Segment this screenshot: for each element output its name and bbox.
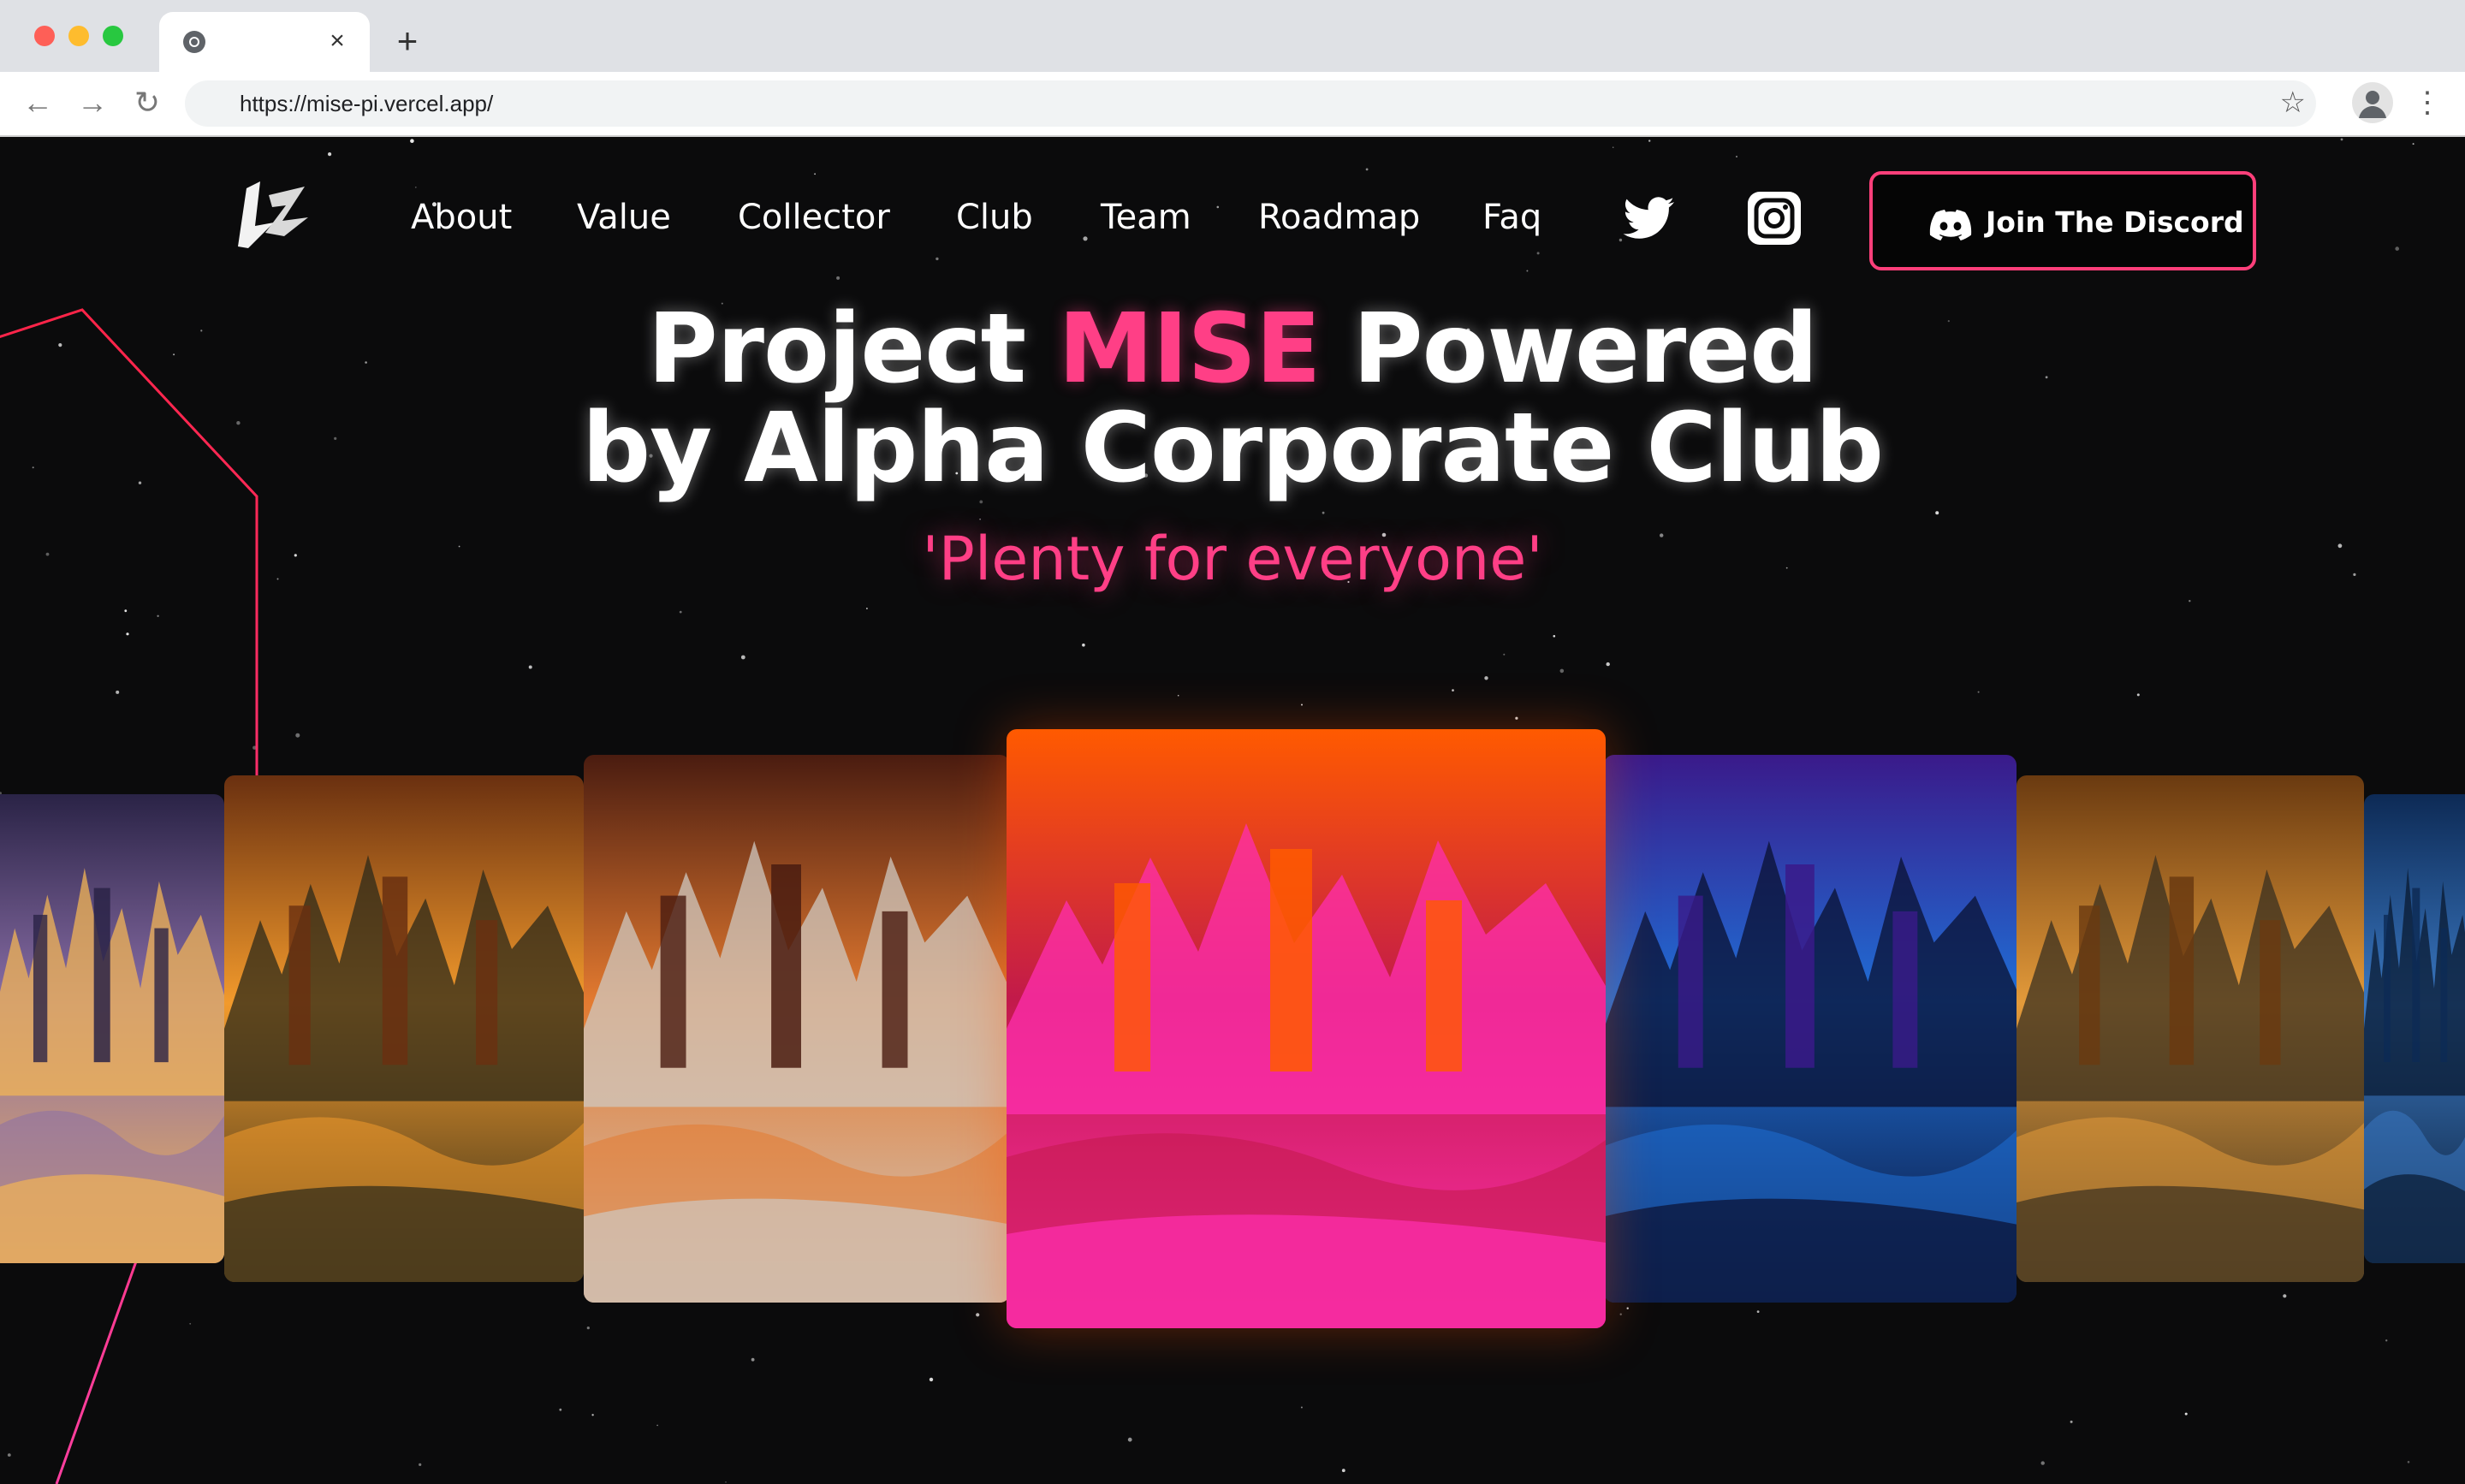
browser-toolbar: ← → ↻ https://mise-pi.vercel.app/ ☆ ⋮ [0, 72, 2465, 137]
browser-tab[interactable]: × [159, 12, 370, 72]
hero-tagline: 'Plenty for everyone' [922, 524, 1543, 594]
gallery-card-2[interactable] [584, 755, 1010, 1303]
nav-link-collector[interactable]: Collector [738, 199, 890, 236]
desert-road-city-artwork [2017, 775, 2364, 1282]
singapore-purple-artwork [1604, 755, 2017, 1303]
nav-link-value[interactable]: Value [577, 199, 671, 236]
browser-tab-bar: × + [0, 0, 2465, 72]
address-bar[interactable]: https://mise-pi.vercel.app/ ☆ [185, 80, 2316, 127]
window-maximize-button[interactable] [103, 26, 123, 46]
sunset-city-tree-artwork [224, 775, 584, 1282]
gallery-card-6[interactable] [2364, 794, 2465, 1263]
gallery-card-4[interactable] [1604, 755, 2017, 1303]
gallery-card-0[interactable] [0, 794, 224, 1263]
gallery-card-3[interactable] [1007, 729, 1606, 1328]
instagram-icon[interactable] [1746, 190, 1803, 246]
webpage: About Value Collector Club Team Roadmap … [0, 137, 2465, 1484]
hero-title-prefix: Project [647, 294, 1059, 405]
profile-avatar-icon[interactable] [2352, 82, 2393, 123]
browser-menu-icon[interactable]: ⋮ [2412, 82, 2443, 123]
join-discord-button[interactable]: Join The Discord [1869, 171, 2256, 270]
mise-logo-icon[interactable] [231, 173, 317, 258]
window-close-button[interactable] [34, 26, 55, 46]
hero-title-accent: MISE [1058, 294, 1321, 405]
nav-link-faq[interactable]: Faq [1482, 199, 1541, 236]
moulin-rouge-lion-artwork [1007, 729, 1606, 1328]
dubai-waterfall-artwork [584, 755, 1010, 1303]
discord-icon [1929, 210, 1972, 240]
reload-icon[interactable]: ↻ [127, 82, 168, 123]
url-text[interactable]: https://mise-pi.vercel.app/ [240, 91, 493, 117]
nav-link-team[interactable]: Team [1101, 199, 1191, 236]
hero-title-line-1: Project MISE Powered [0, 298, 2465, 401]
back-icon[interactable]: ← [17, 82, 58, 123]
bookmark-star-icon[interactable]: ☆ [2280, 86, 2306, 120]
night-city-mountains-artwork [0, 794, 224, 1263]
gallery-card-1[interactable] [224, 775, 584, 1282]
nav-link-club[interactable]: Club [956, 199, 1033, 236]
window-minimize-button[interactable] [68, 26, 89, 46]
gallery-card-5[interactable] [2017, 775, 2364, 1282]
nav-link-roadmap[interactable]: Roadmap [1258, 199, 1420, 236]
hero-title-line-2: by Alpha Corporate Club [581, 393, 1884, 504]
chrome-favicon-icon [183, 31, 205, 53]
new-tab-button[interactable]: + [387, 22, 428, 63]
nav-link-about[interactable]: About [411, 199, 512, 236]
join-discord-label: Join The Discord [1986, 205, 2244, 239]
blue-storm-edge-artwork [2364, 794, 2465, 1263]
twitter-icon[interactable] [1621, 190, 1678, 246]
tab-close-icon[interactable]: × [322, 26, 353, 56]
hero-title-suffix: Powered [1320, 294, 1818, 405]
forward-icon[interactable]: → [72, 82, 113, 123]
